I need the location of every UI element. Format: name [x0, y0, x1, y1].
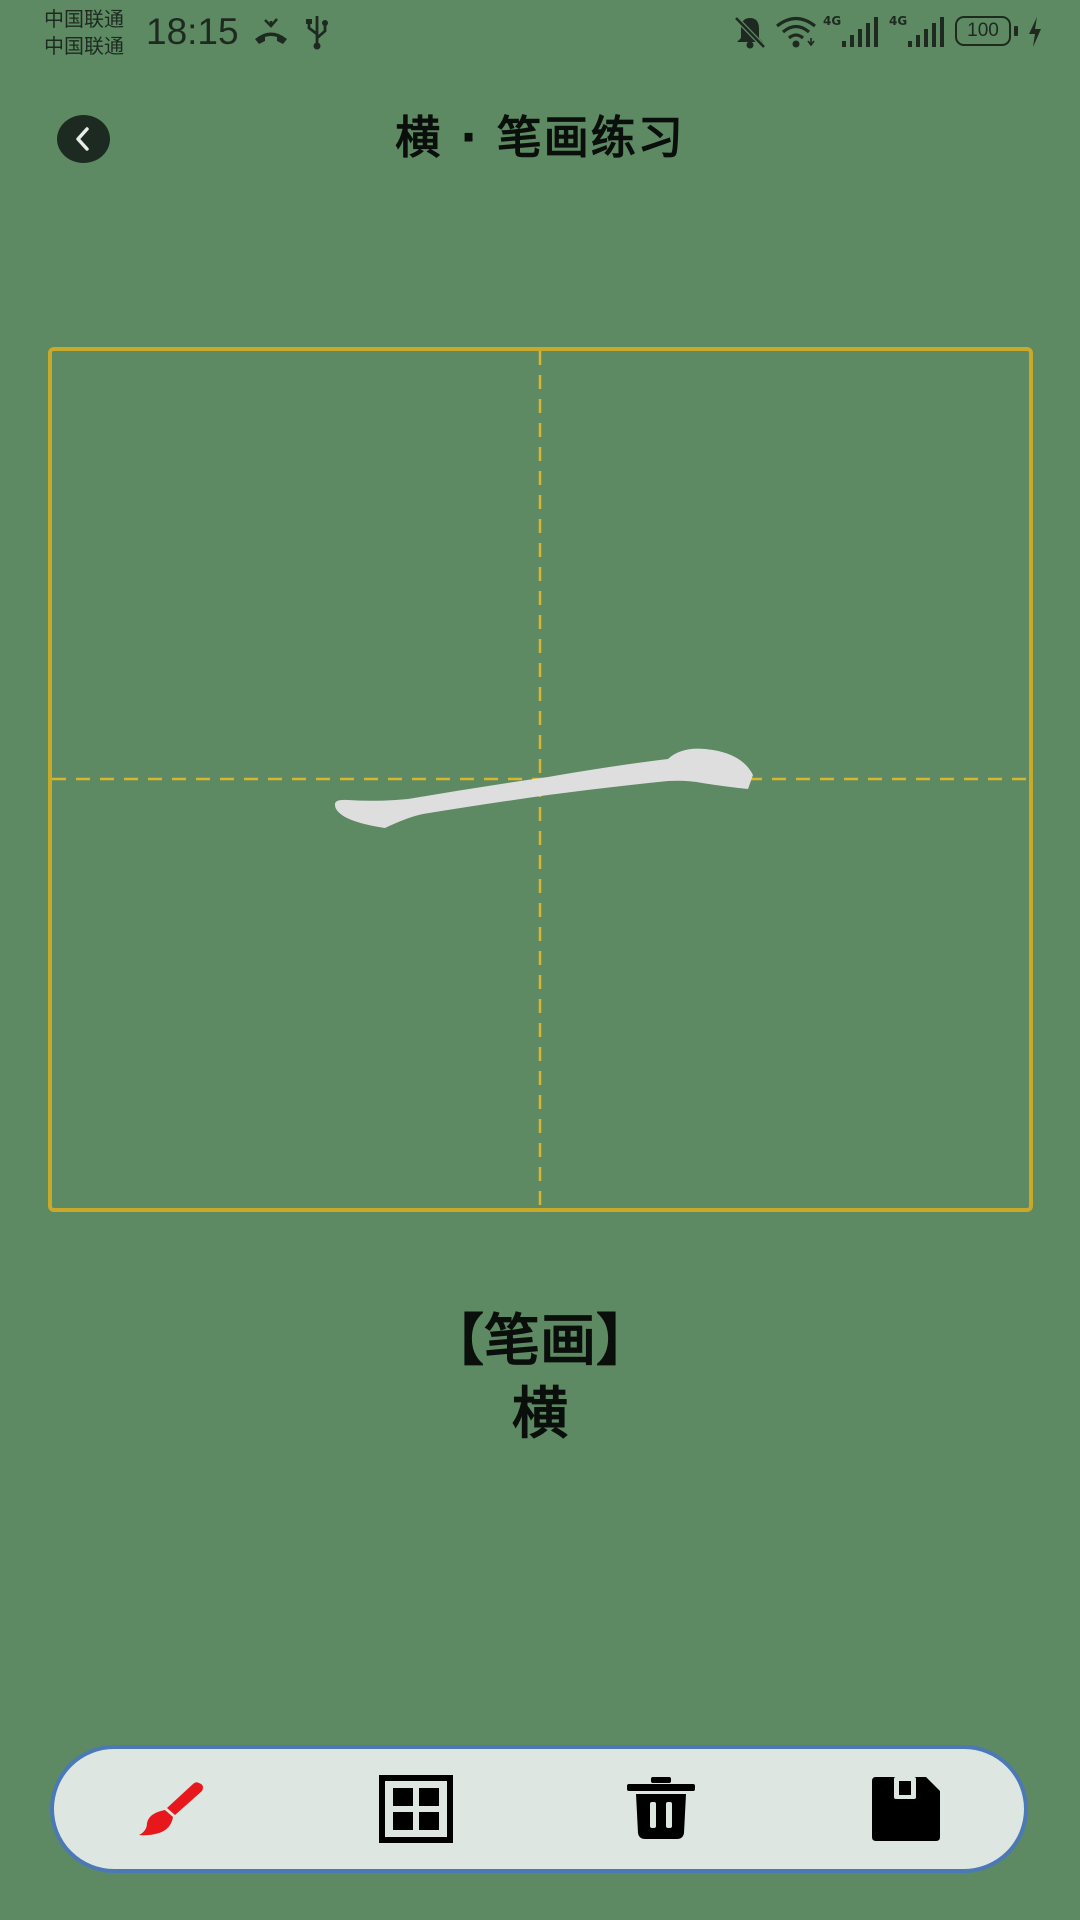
- trash-icon: [627, 1777, 695, 1839]
- grid-toggle-button[interactable]: [356, 1749, 476, 1869]
- network-type-2: 4G: [889, 14, 908, 28]
- carrier-1: 中国联通: [44, 7, 124, 31]
- stroke-name: 横: [512, 1382, 568, 1447]
- signal-icon-2: [908, 17, 944, 47]
- floppy-disk-icon: [872, 1777, 940, 1841]
- usb-icon: [306, 16, 328, 50]
- clear-button[interactable]: [601, 1749, 721, 1869]
- carrier-2: 中国联通: [44, 34, 124, 58]
- charging-icon: [1029, 17, 1041, 47]
- clock: 18:15: [146, 11, 239, 52]
- missed-call-icon: [255, 18, 287, 44]
- paint-brush-icon: [139, 1782, 203, 1836]
- mute-bell-icon: [734, 16, 766, 49]
- brush-button[interactable]: [109, 1749, 229, 1869]
- page-title: 横 · 笔画练习: [395, 111, 685, 164]
- battery-tip: [1014, 26, 1018, 36]
- grid-icon: [379, 1775, 453, 1843]
- bottom-toolbar: [50, 1745, 1028, 1873]
- save-button[interactable]: [846, 1749, 966, 1869]
- signal-icon-1: [842, 17, 878, 47]
- heng-stroke: [334, 748, 753, 828]
- battery-icon: 100: [955, 16, 1011, 46]
- tian-zi-grid: [48, 347, 1033, 1215]
- carrier-info: 中国联通 中国联通: [44, 6, 124, 60]
- stroke-practice-screen: 中国联通 中国联通 18:15 4G 4G 100 横 · 笔画练习 【笔画】 …: [0, 0, 1080, 1920]
- stroke-heading: 【笔画】: [428, 1309, 652, 1374]
- wifi-icon: [776, 16, 816, 48]
- status-bar: 中国联通 中国联通 18:15 4G 4G 100: [0, 0, 1080, 66]
- network-type-1: 4G: [823, 14, 842, 28]
- writing-canvas[interactable]: [48, 347, 1033, 1215]
